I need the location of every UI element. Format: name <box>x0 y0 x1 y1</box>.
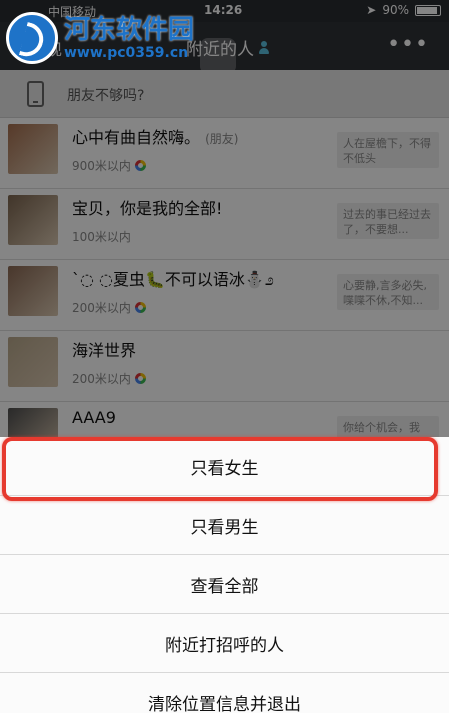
highlight-frame <box>2 437 438 501</box>
watermark: 河东软件园 www.pc0359.cn <box>6 12 194 64</box>
watermark-text: 河东软件园 www.pc0359.cn <box>64 15 194 61</box>
sheet-option[interactable]: 查看全部 <box>0 555 449 614</box>
sheet-option[interactable]: 附近打招呼的人 <box>0 614 449 673</box>
watermark-url: www.pc0359.cn <box>64 45 189 61</box>
sheet-option[interactable]: 只看男生 <box>0 496 449 555</box>
sheet-option[interactable]: 清除位置信息并退出 <box>0 673 449 713</box>
watermark-name: 河东软件园 <box>64 15 195 45</box>
watermark-logo-icon <box>6 12 58 64</box>
